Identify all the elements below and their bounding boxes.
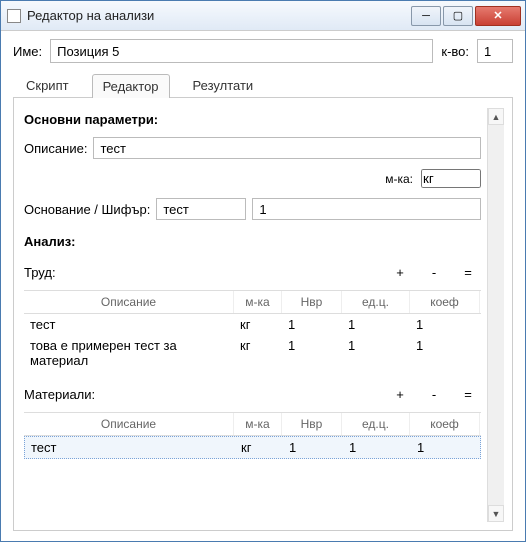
base-input-1[interactable] xyxy=(156,198,246,220)
col-price: ед.ц. xyxy=(342,291,410,313)
base-label: Основание / Шифър: xyxy=(24,202,150,217)
scroll-down-icon[interactable]: ▼ xyxy=(488,505,504,522)
mka-input[interactable] xyxy=(421,169,481,188)
app-icon xyxy=(7,9,21,23)
qty-label: к-во: xyxy=(441,44,469,59)
materials-grid-header: Описание м-ка Нвр ед.ц. коеф xyxy=(24,412,481,436)
window: Редактор на анализи ─ ▢ ✕ Име: к-во: Скр… xyxy=(0,0,526,542)
name-label: Име: xyxy=(13,44,42,59)
materials-add-button[interactable]: + xyxy=(393,387,407,402)
col-desc: Описание xyxy=(24,291,234,313)
mka-row: м-ка: xyxy=(24,169,481,188)
table-row[interactable]: това е примерен тест за материал кг 1 1 … xyxy=(24,335,481,371)
materials-buttons: + - = xyxy=(393,387,481,402)
col-price: ед.ц. xyxy=(342,413,410,435)
col-mka: м-ка xyxy=(234,291,282,313)
name-input[interactable] xyxy=(50,39,433,63)
col-coef: коеф xyxy=(410,291,480,313)
analysis-title: Анализ: xyxy=(24,234,481,249)
materials-label: Материали: xyxy=(24,387,95,402)
scroll-up-icon[interactable]: ▲ xyxy=(488,108,504,125)
scrollbar[interactable]: ▲ ▼ xyxy=(487,108,504,522)
close-button[interactable]: ✕ xyxy=(475,6,521,26)
trud-header: Труд: + - = xyxy=(24,265,481,280)
col-nvr: Нвр xyxy=(282,291,342,313)
maximize-button[interactable]: ▢ xyxy=(443,6,473,26)
tab-editor[interactable]: Редактор xyxy=(92,74,170,98)
base-input-2[interactable] xyxy=(252,198,481,220)
trud-buttons: + - = xyxy=(393,265,481,280)
materials-eq-button[interactable]: = xyxy=(461,387,475,402)
desc-label: Описание: xyxy=(24,141,87,156)
desc-input[interactable] xyxy=(93,137,481,159)
desc-row: Описание: xyxy=(24,137,481,159)
titlebar: Редактор на анализи ─ ▢ ✕ xyxy=(1,1,525,31)
base-row: Основание / Шифър: xyxy=(24,198,481,220)
panel-inner: Основни параметри: Описание: м-ка: Основ… xyxy=(24,108,487,522)
top-row: Име: к-во: xyxy=(13,39,513,63)
trud-eq-button[interactable]: = xyxy=(461,265,475,280)
table-row[interactable]: тест кг 1 1 1 xyxy=(24,314,481,335)
mka-label: м-ка: xyxy=(385,172,413,186)
trud-label: Труд: xyxy=(24,265,56,280)
trud-grid: Описание м-ка Нвр ед.ц. коеф тест кг 1 1… xyxy=(24,290,481,371)
client-area: Име: к-во: Скрипт Редактор Резултати Осн… xyxy=(1,31,525,541)
trud-grid-header: Описание м-ка Нвр ед.ц. коеф xyxy=(24,290,481,314)
materials-remove-button[interactable]: - xyxy=(427,387,441,402)
col-coef: коеф xyxy=(410,413,480,435)
minimize-button[interactable]: ─ xyxy=(411,6,441,26)
window-title: Редактор на анализи xyxy=(27,8,410,23)
table-row[interactable]: тест кг 1 1 1 xyxy=(24,436,481,459)
trud-add-button[interactable]: + xyxy=(393,265,407,280)
params-title: Основни параметри: xyxy=(24,112,481,127)
materials-header: Материали: + - = xyxy=(24,387,481,402)
trud-remove-button[interactable]: - xyxy=(427,265,441,280)
col-mka: м-ка xyxy=(234,413,282,435)
qty-input[interactable] xyxy=(477,39,513,63)
col-desc: Описание xyxy=(24,413,234,435)
tab-results[interactable]: Резултати xyxy=(182,73,265,97)
materials-grid: Описание м-ка Нвр ед.ц. коеф тест кг 1 1… xyxy=(24,412,481,459)
panel: Основни параметри: Описание: м-ка: Основ… xyxy=(13,98,513,531)
col-nvr: Нвр xyxy=(282,413,342,435)
tab-script[interactable]: Скрипт xyxy=(15,73,80,97)
tabs: Скрипт Редактор Резултати xyxy=(13,73,513,98)
